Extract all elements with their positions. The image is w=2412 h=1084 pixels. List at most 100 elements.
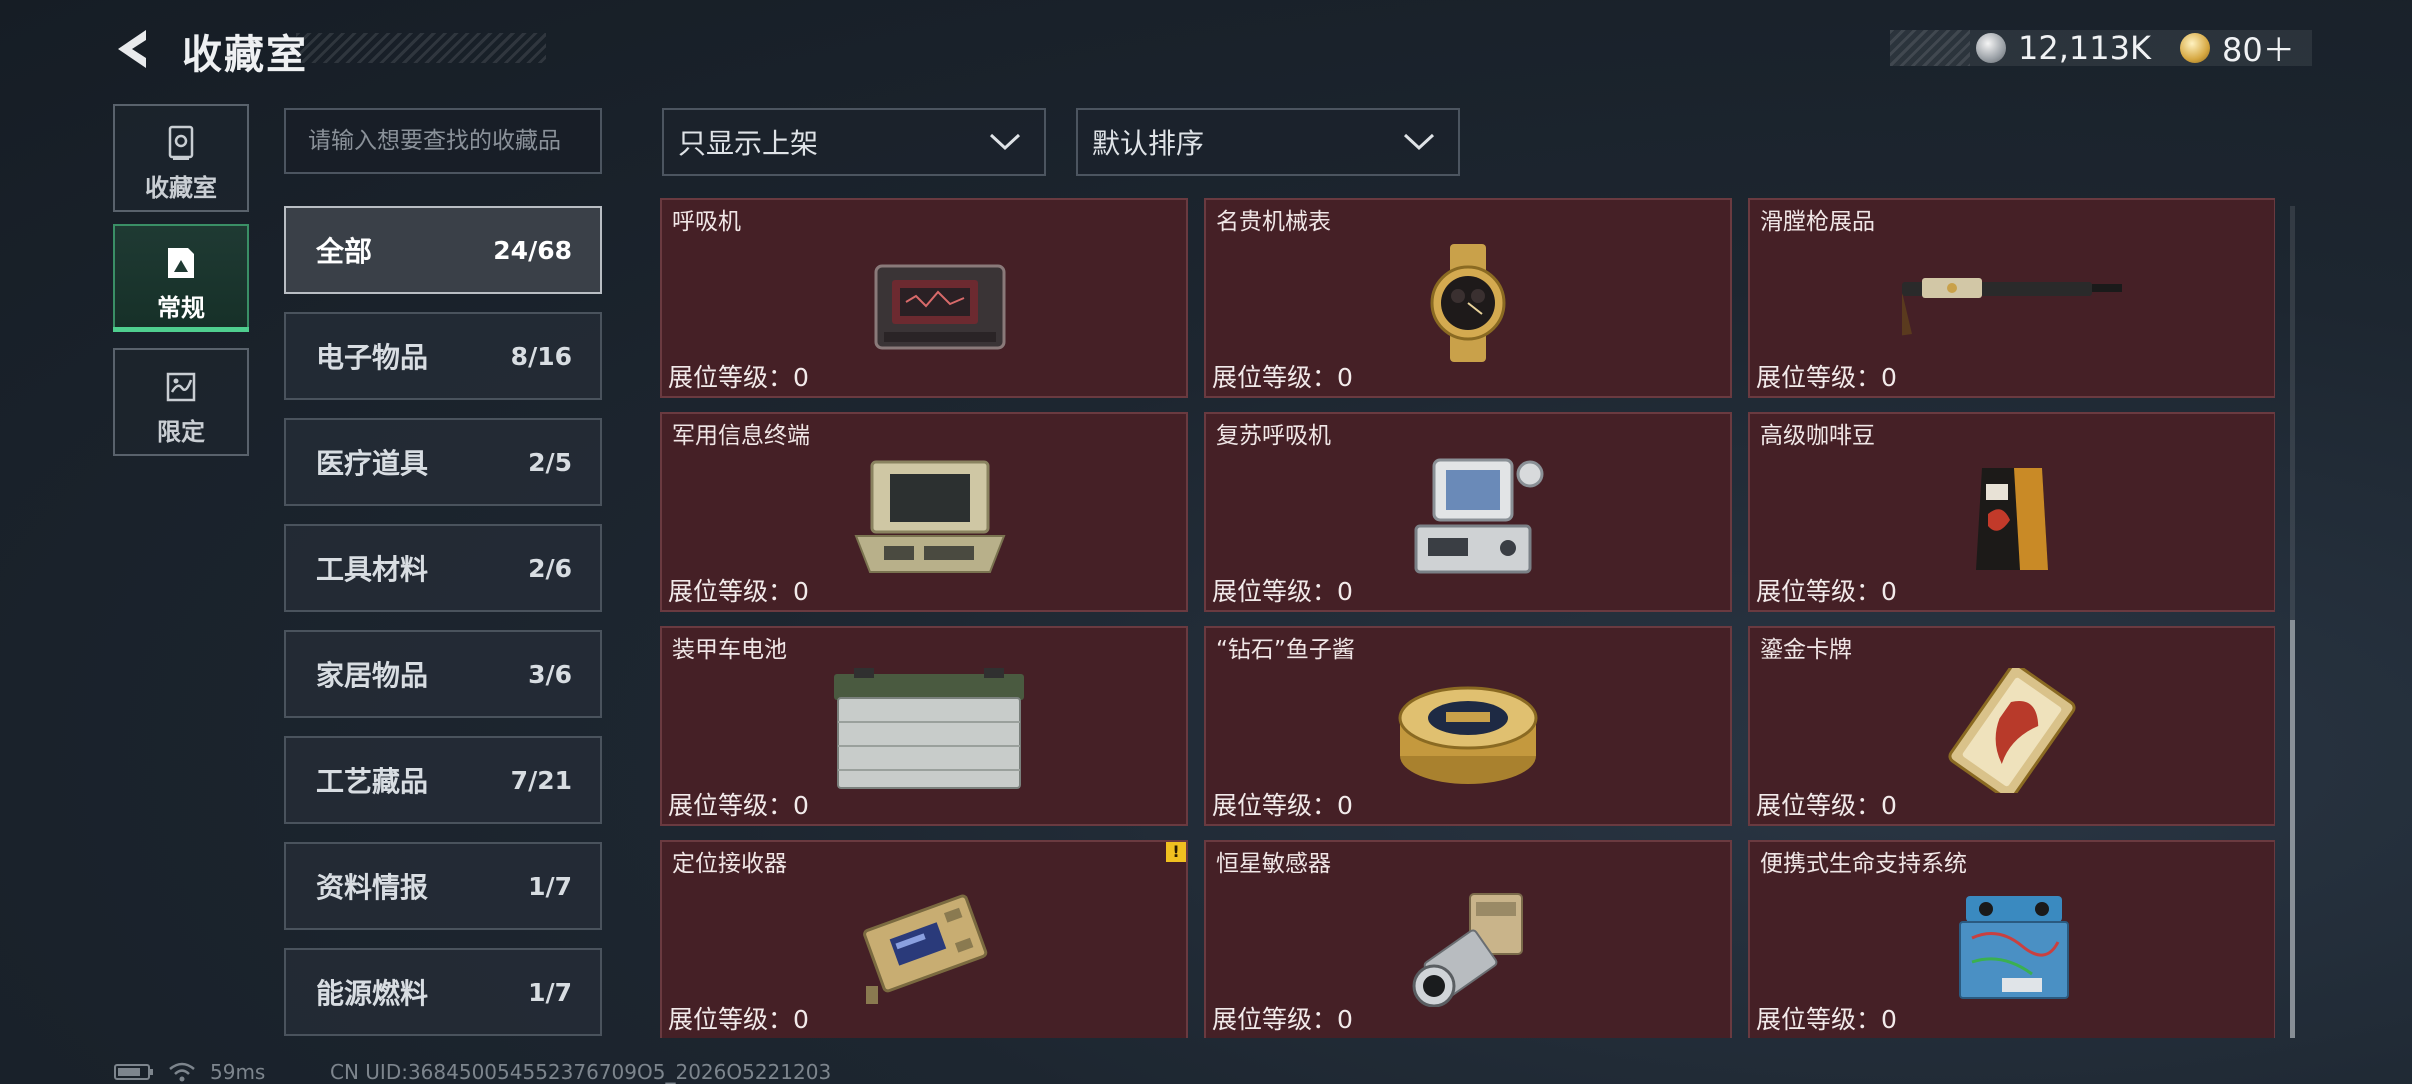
- musket-icon: [1902, 278, 2122, 336]
- rail-label: 收藏室: [145, 174, 217, 202]
- star-sensor-icon: [1412, 893, 1523, 1007]
- category-count: 1/7: [528, 871, 572, 901]
- category-name: 资料情报: [316, 871, 429, 904]
- item-name: 装甲车电池: [672, 637, 787, 663]
- booth-level: 展位等级：0: [1756, 1005, 1897, 1034]
- category-count: 8/16: [510, 341, 572, 371]
- booth-level: 展位等级：0: [668, 1005, 809, 1034]
- item-name: 恒星敏感器: [1216, 851, 1331, 877]
- chevron-down-icon: [989, 133, 1021, 151]
- booth-level: 展位等级：0: [1212, 1005, 1353, 1034]
- collection-card[interactable]: 恒星敏感器 展位等级：0: [1204, 840, 1732, 1038]
- category-count: 3/6: [528, 659, 572, 689]
- item-name: 军用信息终端: [672, 423, 810, 449]
- map-icon: [166, 372, 196, 402]
- life-support-icon: [1959, 896, 2069, 999]
- gold-amount: 80＋: [2222, 31, 2295, 69]
- battery-icon: [834, 668, 1024, 789]
- item-name: 鎏金卡牌: [1760, 637, 1852, 663]
- category-name: 工艺藏品: [316, 765, 429, 798]
- rail-item-regular[interactable]: 常规: [113, 224, 249, 332]
- currency-bar: 12,113K 80＋: [1890, 29, 2312, 69]
- category-name: 家居物品: [316, 659, 429, 692]
- page-title: 收藏室: [182, 32, 308, 78]
- gold-coin-icon: [2180, 33, 2210, 63]
- trophy-icon: [168, 125, 194, 160]
- ping-value: 59ms: [210, 1060, 266, 1084]
- collection-card[interactable]: “钻石”鱼子酱 展位等级：0: [1204, 626, 1732, 826]
- search-input[interactable]: [284, 108, 602, 174]
- item-name: 便携式生命支持系统: [1760, 851, 1967, 877]
- booth-level: 展位等级：0: [1756, 577, 1897, 606]
- warning-badge: !: [1166, 842, 1186, 862]
- terminal-icon: [854, 460, 1006, 573]
- item-name: 滑膛枪展品: [1760, 209, 1875, 235]
- booth-level: 展位等级：0: [668, 791, 809, 820]
- category-fuel[interactable]: 能源燃料 1/7: [284, 948, 602, 1036]
- resuscitator-icon: [1414, 458, 1544, 574]
- collection-card[interactable]: 名贵机械表 展位等级：0: [1204, 198, 1732, 398]
- category-tools[interactable]: 工具材料 2/6: [284, 524, 602, 612]
- item-name: 复苏呼吸机: [1216, 423, 1331, 449]
- category-name: 医疗道具: [316, 447, 429, 480]
- category-medical[interactable]: 医疗道具 2/5: [284, 418, 602, 506]
- category-name: 全部: [316, 235, 373, 268]
- rail-label: 限定: [157, 418, 205, 446]
- item-name: 定位接收器: [672, 851, 787, 877]
- booth-level: 展位等级：0: [668, 363, 809, 392]
- collection-card[interactable]: 呼吸机 展位等级：0: [660, 198, 1188, 398]
- collection-card[interactable]: 复苏呼吸机 展位等级：0: [1204, 412, 1732, 612]
- gilded-card-icon: [1948, 668, 2076, 793]
- silver-coin-icon: [1976, 33, 2006, 63]
- booth-level: 展位等级：0: [1212, 577, 1353, 606]
- collection-card[interactable]: 军用信息终端 展位等级：0: [660, 412, 1188, 612]
- category-count: 24/68: [493, 235, 572, 265]
- category-electronics[interactable]: 电子物品 8/16: [284, 312, 602, 400]
- category-crafts[interactable]: 工艺藏品 7/21: [284, 736, 602, 824]
- currency-silver[interactable]: 12,113K: [1976, 29, 2151, 67]
- booth-level: 展位等级：0: [1212, 791, 1353, 820]
- booth-level: 展位等级：0: [1756, 791, 1897, 820]
- collection-card[interactable]: 高级咖啡豆 展位等级：0: [1748, 412, 2275, 612]
- category-intel[interactable]: 资料情报 1/7: [284, 842, 602, 930]
- wifi-icon: [169, 1062, 195, 1082]
- collection-card[interactable]: 便携式生命支持系统 展位等级：0: [1748, 840, 2275, 1038]
- collection-card[interactable]: 鎏金卡牌 展位等级：0: [1748, 626, 2275, 826]
- display-filter-dropdown[interactable]: 只显示上架: [662, 108, 1046, 176]
- category-count: 7/21: [510, 765, 572, 795]
- chevron-down-icon: [1403, 133, 1435, 151]
- user-uid: CN UID:368450054552376709O5_2026O5221203: [330, 1060, 832, 1084]
- collection-card[interactable]: 定位接收器 ! 展位等级：0: [660, 840, 1188, 1038]
- status-footer: 59ms: [114, 1060, 265, 1084]
- exhibit-icon: [168, 248, 194, 278]
- item-name: 呼吸机: [672, 209, 741, 235]
- back-button[interactable]: [112, 26, 156, 72]
- scrollbar-thumb[interactable]: [2290, 620, 2295, 1038]
- coffee-bag-icon: [1976, 468, 2048, 570]
- rail-item-collection-room[interactable]: 收藏室: [113, 104, 249, 212]
- collection-card[interactable]: 滑膛枪展品 展位等级：0: [1748, 198, 2275, 398]
- rail-label: 常规: [157, 294, 205, 322]
- booth-level: 展位等级：0: [1212, 363, 1353, 392]
- silver-amount: 12,113K: [2018, 29, 2151, 67]
- watch-icon: [1430, 244, 1506, 362]
- item-name: 名贵机械表: [1216, 209, 1331, 235]
- sort-value: 默认排序: [1092, 127, 1205, 160]
- collection-grid: 呼吸机 展位等级：0 名贵机械表 展位等级：0 滑膛枪展品 展位等级：0 军用信…: [660, 198, 2275, 1038]
- caviar-tin-icon: [1398, 686, 1538, 784]
- currency-gold[interactable]: 80＋: [2180, 30, 2295, 69]
- collection-card[interactable]: 装甲车电池 展位等级：0: [660, 626, 1188, 826]
- category-name: 能源燃料: [316, 977, 429, 1010]
- category-household[interactable]: 家居物品 3/6: [284, 630, 602, 718]
- rail-item-limited[interactable]: 限定: [113, 348, 249, 456]
- booth-level: 展位等级：0: [668, 577, 809, 606]
- respirator-icon: [874, 264, 1006, 350]
- receiver-icon: [863, 894, 988, 1004]
- category-name: 电子物品: [316, 341, 429, 374]
- category-count: 2/5: [528, 447, 572, 477]
- item-name: “钻石”鱼子酱: [1216, 637, 1355, 663]
- battery-status-icon: [114, 1064, 153, 1080]
- category-all[interactable]: 全部 24/68: [284, 206, 602, 294]
- category-count: 1/7: [528, 977, 572, 1007]
- sort-dropdown[interactable]: 默认排序: [1076, 108, 1460, 176]
